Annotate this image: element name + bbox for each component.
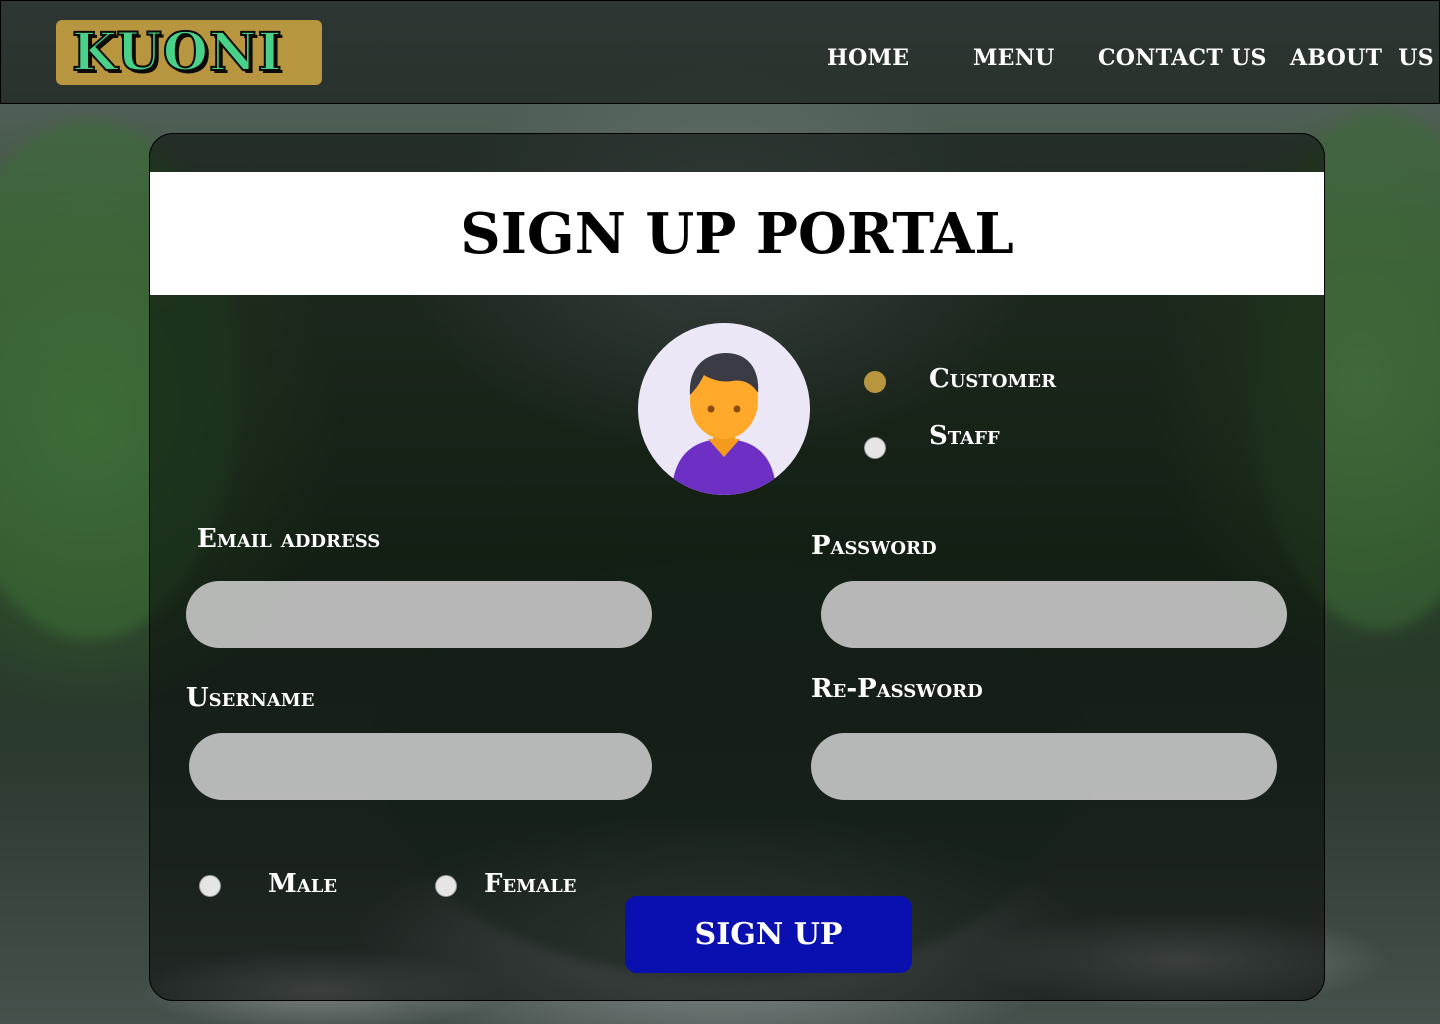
avatar-illustration [638, 323, 810, 495]
repassword-label: Re-Password [811, 674, 983, 704]
gender-label-female: Female [484, 869, 577, 899]
role-label-customer: Customer [929, 364, 1057, 394]
user-avatar-icon[interactable] [638, 323, 810, 495]
nav-link-home[interactable]: HOME [827, 45, 909, 71]
repassword-field[interactable] [811, 733, 1277, 800]
logo[interactable]: KUONI [56, 20, 322, 85]
signup-card: SIGN UP PORTAL Customer Staff Email addr… [149, 133, 1325, 1001]
password-label: Password [811, 531, 937, 561]
nav-link-contact-us[interactable]: CONTACT US [1098, 45, 1267, 71]
username-field[interactable] [189, 733, 652, 800]
signup-button-label: SIGN UP [694, 917, 843, 952]
page-title: SIGN UP PORTAL [460, 200, 1014, 267]
gender-radio-male[interactable] [199, 875, 221, 897]
gender-label-male: Male [268, 869, 338, 899]
password-field[interactable] [821, 581, 1287, 648]
nav-link-menu[interactable]: MENU [973, 45, 1055, 71]
signup-button[interactable]: SIGN UP [625, 896, 912, 973]
email-label: Email address [197, 524, 381, 554]
email-field[interactable] [186, 581, 652, 648]
gender-radio-female[interactable] [435, 875, 457, 897]
role-radio-staff[interactable] [864, 437, 886, 459]
username-label: Username [186, 683, 315, 713]
nav-link-about-us[interactable]: ABOUT US [1290, 45, 1434, 71]
title-banner: SIGN UP PORTAL [150, 172, 1324, 295]
top-nav-bar: KUONI HOME MENU CONTACT US ABOUT US [0, 0, 1440, 104]
logo-text: KUONI [71, 21, 283, 83]
role-label-staff: Staff [929, 421, 1000, 451]
role-radio-customer[interactable] [864, 371, 886, 393]
